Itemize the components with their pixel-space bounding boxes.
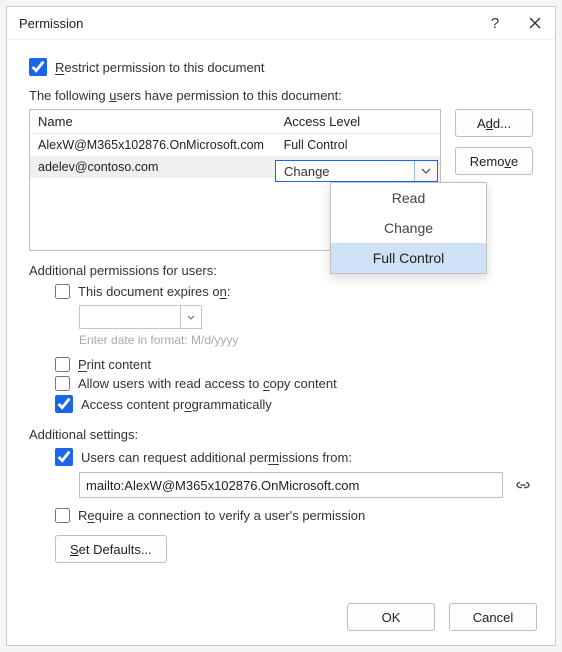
col-name[interactable]: Name [30,110,276,134]
users-intro: The following users have permission to t… [29,88,533,103]
dropdown-option-fullcontrol[interactable]: Full Control [331,243,486,273]
print-label: Print content [78,357,151,372]
permission-dialog: Permission ? Restrict permission to this… [6,6,556,646]
link-icon[interactable] [513,479,533,491]
copy-label: Allow users with read access to copy con… [78,376,337,391]
access-level-combo[interactable]: Change [275,160,438,182]
add-button[interactable]: Add... [455,109,533,137]
request-email-input[interactable]: mailto:AlexW@M365x102876.OnMicrosoft.com [79,472,503,498]
request-email-value: mailto:AlexW@M365x102876.OnMicrosoft.com [86,478,359,493]
restrict-permission-input[interactable] [29,58,47,76]
chevron-down-icon [187,315,195,320]
request-checkbox[interactable]: Users can request additional permissions… [55,448,533,466]
copy-checkbox[interactable]: Allow users with read access to copy con… [55,376,533,391]
expiry-date-input[interactable] [79,305,181,329]
verify-label: Require a connection to verify a user's … [78,508,365,523]
table-row[interactable]: AlexW@M365x102876.OnMicrosoft.com Full C… [30,134,440,157]
cancel-button[interactable]: Cancel [449,603,537,631]
dialog-title: Permission [19,16,475,31]
request-input[interactable] [55,448,73,466]
dropdown-option-read[interactable]: Read [331,183,486,213]
expiry-date-picker-button[interactable] [181,305,202,329]
print-checkbox[interactable]: Print content [55,357,533,372]
programmatic-checkbox[interactable]: Access content programmatically [55,395,533,413]
access-level-dropdown[interactable]: Read Change Full Control [330,182,487,274]
help-button[interactable]: ? [475,7,515,39]
users-table[interactable]: Name Access Level AlexW@M365x102876.OnMi… [29,109,441,251]
date-format-hint: Enter date in format: M/d/yyyy [79,333,533,347]
set-defaults-button[interactable]: Set Defaults... [55,535,167,563]
cell-name: adelev@contoso.com [30,156,276,178]
cell-name: AlexW@M365x102876.OnMicrosoft.com [30,134,276,157]
dropdown-option-change[interactable]: Change [331,213,486,243]
close-button[interactable] [515,7,555,39]
titlebar: Permission ? [7,7,555,40]
expires-label: This document expires on: [78,284,230,299]
verify-input[interactable] [55,508,70,523]
help-icon: ? [491,15,499,32]
close-icon [529,17,541,29]
programmatic-label: Access content programmatically [81,397,272,412]
ok-button[interactable]: OK [347,603,435,631]
cell-access: Full Control [276,134,440,157]
restrict-permission-checkbox[interactable]: Restrict permission to this document [29,58,533,76]
expires-checkbox[interactable]: This document expires on: [55,284,533,299]
request-label: Users can request additional permissions… [81,450,352,465]
verify-checkbox[interactable]: Require a connection to verify a user's … [55,508,533,523]
copy-input[interactable] [55,376,70,391]
chevron-down-icon[interactable] [414,161,437,181]
expires-input[interactable] [55,284,70,299]
additional-settings-label: Additional settings: [29,427,533,442]
remove-button[interactable]: Remove [455,147,533,175]
programmatic-input[interactable] [55,395,73,413]
access-level-value: Change [276,164,414,179]
col-access[interactable]: Access Level [276,110,440,134]
print-input[interactable] [55,357,70,372]
restrict-permission-label: Restrict permission to this document [55,60,265,75]
